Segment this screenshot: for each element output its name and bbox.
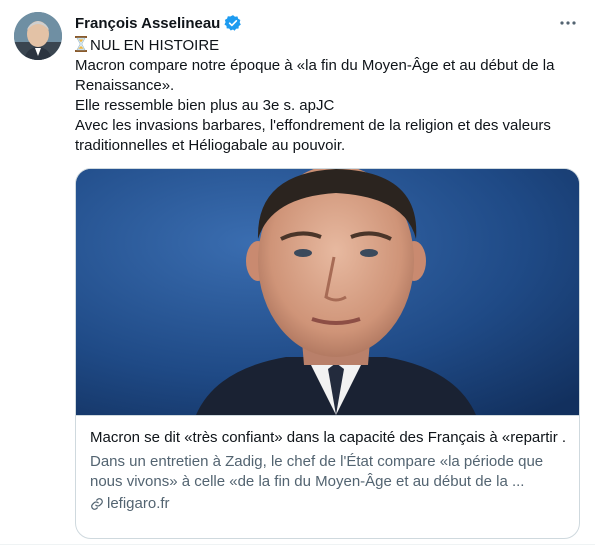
link-icon [90, 497, 104, 511]
tweet-header: François Asselineau [75, 12, 581, 34]
tweet-line-4: Elle ressemble bien plus au 3e s. apJC [75, 97, 335, 114]
card-description-line-2: nous vivons» à celle «de la fin du Moyen… [90, 473, 525, 490]
tweet-text: NUL EN HISTOIRE Macron compare notre épo… [75, 36, 580, 156]
tweet-line-1: NUL EN HISTOIRE [75, 36, 580, 56]
link-preview-card[interactable]: Macron se dit «très confiant» dans la ca… [75, 168, 580, 539]
tweet-line-3: Renaissance». [75, 77, 175, 94]
tweet[interactable]: François Asselineau NUL EN HISTOIRE Macr… [0, 0, 595, 545]
hourglass-icon [75, 36, 87, 52]
card-title[interactable]: Macron se dit «très confiant» dans la ca… [90, 428, 565, 448]
more-options-icon[interactable] [557, 12, 579, 34]
tweet-line-1-text: NUL EN HISTOIRE [90, 37, 220, 54]
avatar[interactable] [14, 12, 62, 60]
tweet-line-5: Avec les invasions barbares, l'effondrem… [75, 117, 551, 134]
tweet-line-2: Macron compare notre époque à «la fin du… [75, 57, 555, 74]
verified-badge-icon [224, 14, 242, 32]
tweet-line-6: traditionnelles et Héliogabale au pouvoi… [75, 137, 346, 154]
card-description-line-1: Dans un entretien à Zadig, le chef de l'… [90, 453, 544, 470]
card-info[interactable]: Macron se dit «très confiant» dans la ca… [76, 415, 579, 538]
card-domain[interactable]: lefigaro.fr [90, 494, 565, 514]
card-image[interactable] [76, 169, 579, 415]
card-domain-text: lefigaro.fr [107, 495, 170, 512]
author-name[interactable]: François Asselineau [75, 15, 220, 32]
card-description: Dans un entretien à Zadig, le chef de l'… [90, 452, 565, 492]
